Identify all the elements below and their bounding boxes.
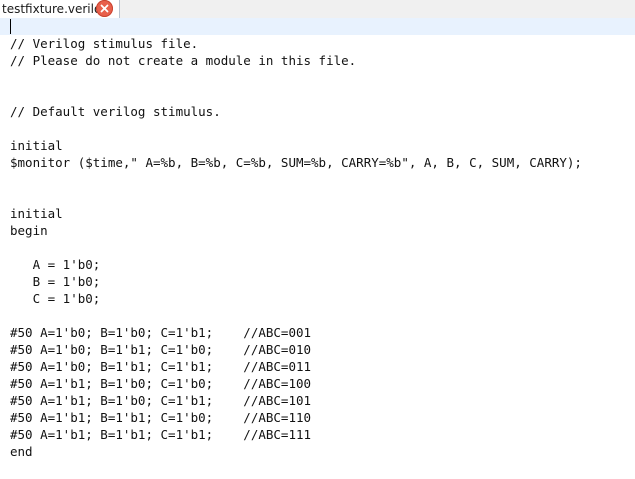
code-line[interactable]: #50 A=1'b1; B=1'b0; C=1'b0; //ABC=100	[10, 375, 311, 392]
code-line[interactable]: begin	[10, 222, 48, 239]
text-caret	[10, 19, 11, 34]
code-line[interactable]: initial	[10, 137, 63, 154]
code-editor-area[interactable]: 12// Verilog stimulus file.3// Please do…	[0, 18, 635, 479]
close-icon[interactable]	[96, 0, 113, 17]
code-line[interactable]: #50 A=1'b0; B=1'b0; C=1'b1; //ABC=001	[10, 324, 311, 341]
tab-testfixture[interactable]: testfixture.verilog	[0, 0, 120, 18]
code-line[interactable]: #50 A=1'b1; B=1'b1; C=1'b0; //ABC=110	[10, 409, 311, 426]
code-line[interactable]: // Default verilog stimulus.	[10, 103, 221, 120]
text-editor-window: testfixture.verilog 12// Verilog stimulu…	[0, 0, 635, 479]
code-line[interactable]: // Verilog stimulus file.	[10, 35, 198, 52]
code-line[interactable]: B = 1'b0;	[10, 273, 101, 290]
code-line[interactable]: end	[10, 443, 33, 460]
code-line[interactable]: #50 A=1'b1; B=1'b0; C=1'b1; //ABC=101	[10, 392, 311, 409]
tab-bar: testfixture.verilog	[0, 0, 635, 19]
code-line[interactable]: // Please do not create a module in this…	[10, 52, 356, 69]
current-line-highlight	[0, 18, 635, 35]
code-line[interactable]: #50 A=1'b0; B=1'b1; C=1'b1; //ABC=011	[10, 358, 311, 375]
code-line[interactable]: initial	[10, 205, 63, 222]
code-line[interactable]: #50 A=1'b0; B=1'b1; C=1'b0; //ABC=010	[10, 341, 311, 358]
code-line[interactable]: A = 1'b0;	[10, 256, 101, 273]
code-line[interactable]: $monitor ($time," A=%b, B=%b, C=%b, SUM=…	[10, 154, 582, 171]
code-line[interactable]: C = 1'b0;	[10, 290, 101, 307]
tab-title: testfixture.verilog	[2, 2, 109, 16]
code-line[interactable]: #50 A=1'b1; B=1'b1; C=1'b1; //ABC=111	[10, 426, 311, 443]
